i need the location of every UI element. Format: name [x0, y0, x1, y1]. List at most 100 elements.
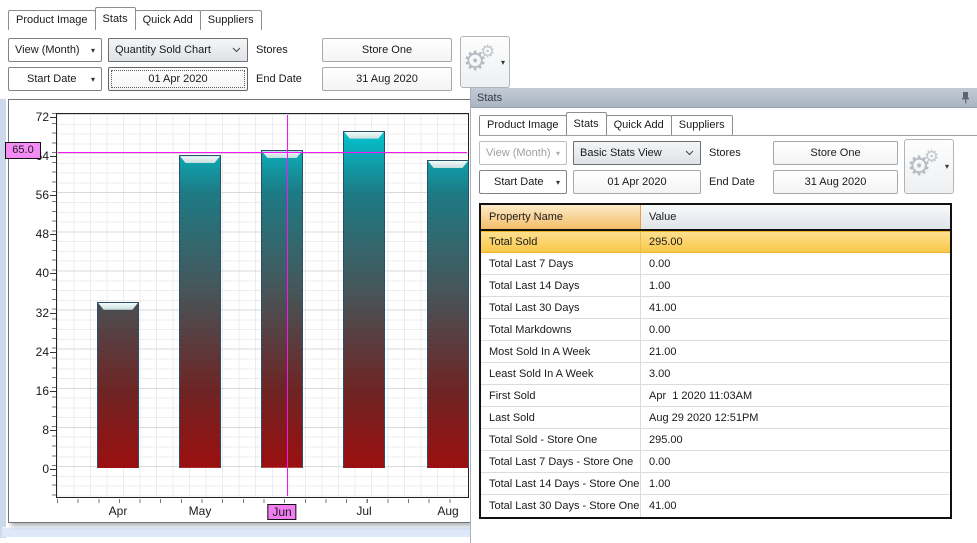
table-row[interactable]: Total Last 7 Days - Store One0.00 [481, 451, 950, 473]
bar-may[interactable] [179, 155, 221, 468]
property-name-cell: Total Sold - Store One [481, 429, 641, 450]
bar-apr[interactable] [97, 302, 139, 468]
x-axis-label-jun: Jun [267, 504, 296, 520]
property-value-cell: Aug 29 2020 12:51PM [641, 407, 950, 428]
y-axis-tick [50, 391, 56, 392]
y-axis-tick [50, 352, 56, 353]
y-axis-tick-label: 48 [9, 227, 49, 241]
table-row[interactable]: Total Last 14 Days - Store One1.00 [481, 473, 950, 495]
column-header-property-name[interactable]: Property Name [481, 205, 641, 229]
stats-property-table: Property Name Value Total Sold295.00Tota… [479, 203, 952, 519]
start-date-value: 01 Apr 2020 [148, 73, 207, 85]
property-name-cell: Total Last 30 Days - Store One [481, 495, 641, 517]
end-date-value: 31 Aug 2020 [356, 73, 418, 85]
property-value-cell: 3.00 [641, 363, 950, 384]
table-row[interactable]: Total Sold - Store One295.00 [481, 429, 950, 451]
y-axis-tick-label: 72 [9, 110, 49, 124]
table-row[interactable]: Last SoldAug 29 2020 12:51PM [481, 407, 950, 429]
column-header-value[interactable]: Value [641, 205, 950, 229]
table-row[interactable]: Total Sold295.00 [481, 231, 950, 253]
start-date-label: Start Date [27, 73, 77, 85]
y-axis-tick [50, 117, 56, 118]
table-row[interactable]: Total Last 7 Days0.00 [481, 253, 950, 275]
property-value-cell: 1.00 [641, 473, 950, 494]
crosshair-value-label: 65.0 [5, 142, 41, 159]
x-axis-label-may: May [185, 504, 216, 518]
chart-plot-area[interactable] [56, 113, 469, 498]
y-axis-tick-label: 32 [9, 306, 49, 320]
y-axis-tick [50, 234, 56, 235]
left-tabstrip: Product ImageStatsQuick AddSuppliers [8, 7, 261, 30]
y-axis-tick [50, 273, 56, 274]
property-value-cell: 0.00 [641, 319, 950, 340]
chevron-down-icon: ▾ [556, 178, 560, 187]
table-row[interactable]: First SoldApr 1 2020 11:03AM [481, 385, 950, 407]
table-row[interactable]: Total Last 14 Days1.00 [481, 275, 950, 297]
tab-stats[interactable]: Stats [566, 112, 607, 135]
stats-store-one-button[interactable]: Store One [773, 141, 898, 165]
x-axis-label-jul: Jul [352, 504, 375, 518]
stats-end-date-value-button[interactable]: 31 Aug 2020 [773, 170, 898, 194]
stats-start-date-value: 01 Apr 2020 [607, 176, 666, 188]
chevron-down-icon [232, 47, 241, 53]
window-edge-left [0, 99, 6, 538]
tab-quick-add[interactable]: Quick Add [606, 115, 672, 135]
stats-view-value: Basic Stats View [580, 147, 662, 159]
property-name-cell: Last Sold [481, 407, 641, 428]
tab-stats[interactable]: Stats [95, 7, 136, 30]
property-name-cell: Most Sold In A Week [481, 341, 641, 362]
property-value-cell: Apr 1 2020 11:03AM [641, 385, 950, 406]
store-one-button[interactable]: Store One [322, 38, 452, 62]
stats-view-combobox[interactable]: Basic Stats View [573, 141, 701, 165]
pin-icon[interactable] [960, 91, 971, 104]
bar-jul[interactable] [343, 131, 385, 468]
tab-quick-add[interactable]: Quick Add [135, 10, 201, 30]
property-value-cell: 295.00 [641, 429, 950, 450]
bar-jun[interactable] [261, 150, 303, 468]
table-row[interactable]: Least Sold In A Week3.00 [481, 363, 950, 385]
chart-type-combobox[interactable]: Quantity Sold Chart [108, 38, 248, 62]
stats-dock-panel: Stats Product ImageStatsQuick AddSupplie… [470, 88, 977, 543]
start-date-dropdown[interactable]: Start Date ▾ [8, 67, 102, 91]
stats-settings-gear-button[interactable]: ⚙⚙ ▾ [904, 139, 954, 194]
property-value-cell: 295.00 [641, 232, 950, 252]
table-row[interactable]: Total Markdowns0.00 [481, 319, 950, 341]
property-name-cell: Total Last 7 Days - Store One [481, 451, 641, 472]
settings-gear-button[interactable]: ⚙⚙ ▾ [460, 36, 510, 88]
x-axis-label-apr: Apr [105, 504, 132, 518]
property-value-cell: 21.00 [641, 341, 950, 362]
y-axis-tick-label: 16 [9, 384, 49, 398]
table-row[interactable]: Most Sold In A Week21.00 [481, 341, 950, 363]
y-axis-tick [50, 469, 56, 470]
x-axis-label-aug: Aug [433, 504, 462, 518]
property-value-cell: 41.00 [641, 297, 950, 318]
end-date-value-button[interactable]: 31 Aug 2020 [322, 67, 452, 91]
view-month-label: View (Month) [15, 44, 80, 56]
tab-product-image[interactable]: Product Image [479, 115, 567, 135]
chevron-down-icon: ▾ [556, 149, 560, 158]
start-date-value-button[interactable]: 01 Apr 2020 [108, 67, 248, 91]
stats-view-month-label: View (Month) [486, 147, 551, 159]
stats-view-month-dropdown: View (Month) ▾ [479, 141, 567, 165]
y-axis-tick [50, 195, 56, 196]
gear-icon: ⚙⚙ [909, 151, 943, 183]
stats-end-date-value: 31 Aug 2020 [805, 176, 867, 188]
stats-start-date-dropdown[interactable]: Start Date ▾ [479, 170, 567, 194]
bar-aug[interactable] [427, 160, 469, 468]
table-row[interactable]: Total Last 30 Days - Store One41.00 [481, 495, 950, 517]
quantity-sold-chart-panel: 65.0 726456484032241680AprMayJunJulAug [8, 99, 477, 523]
stats-start-date-value-button[interactable]: 01 Apr 2020 [573, 170, 701, 194]
property-value-cell: 41.00 [641, 495, 950, 517]
property-name-cell: Total Last 30 Days [481, 297, 641, 318]
table-row[interactable]: Total Last 30 Days41.00 [481, 297, 950, 319]
tab-product-image[interactable]: Product Image [8, 10, 96, 30]
stats-start-date-label: Start Date [494, 176, 544, 188]
tab-suppliers[interactable]: Suppliers [200, 10, 262, 30]
stats-end-date-label: End Date [709, 176, 755, 188]
stats-panel-titlebar[interactable]: Stats [471, 88, 977, 108]
tab-suppliers[interactable]: Suppliers [671, 115, 733, 135]
stats-stores-label: Stores [709, 147, 741, 159]
y-axis-tick [50, 430, 56, 431]
chevron-down-icon: ▾ [91, 46, 95, 55]
view-month-dropdown[interactable]: View (Month) ▾ [8, 38, 102, 62]
